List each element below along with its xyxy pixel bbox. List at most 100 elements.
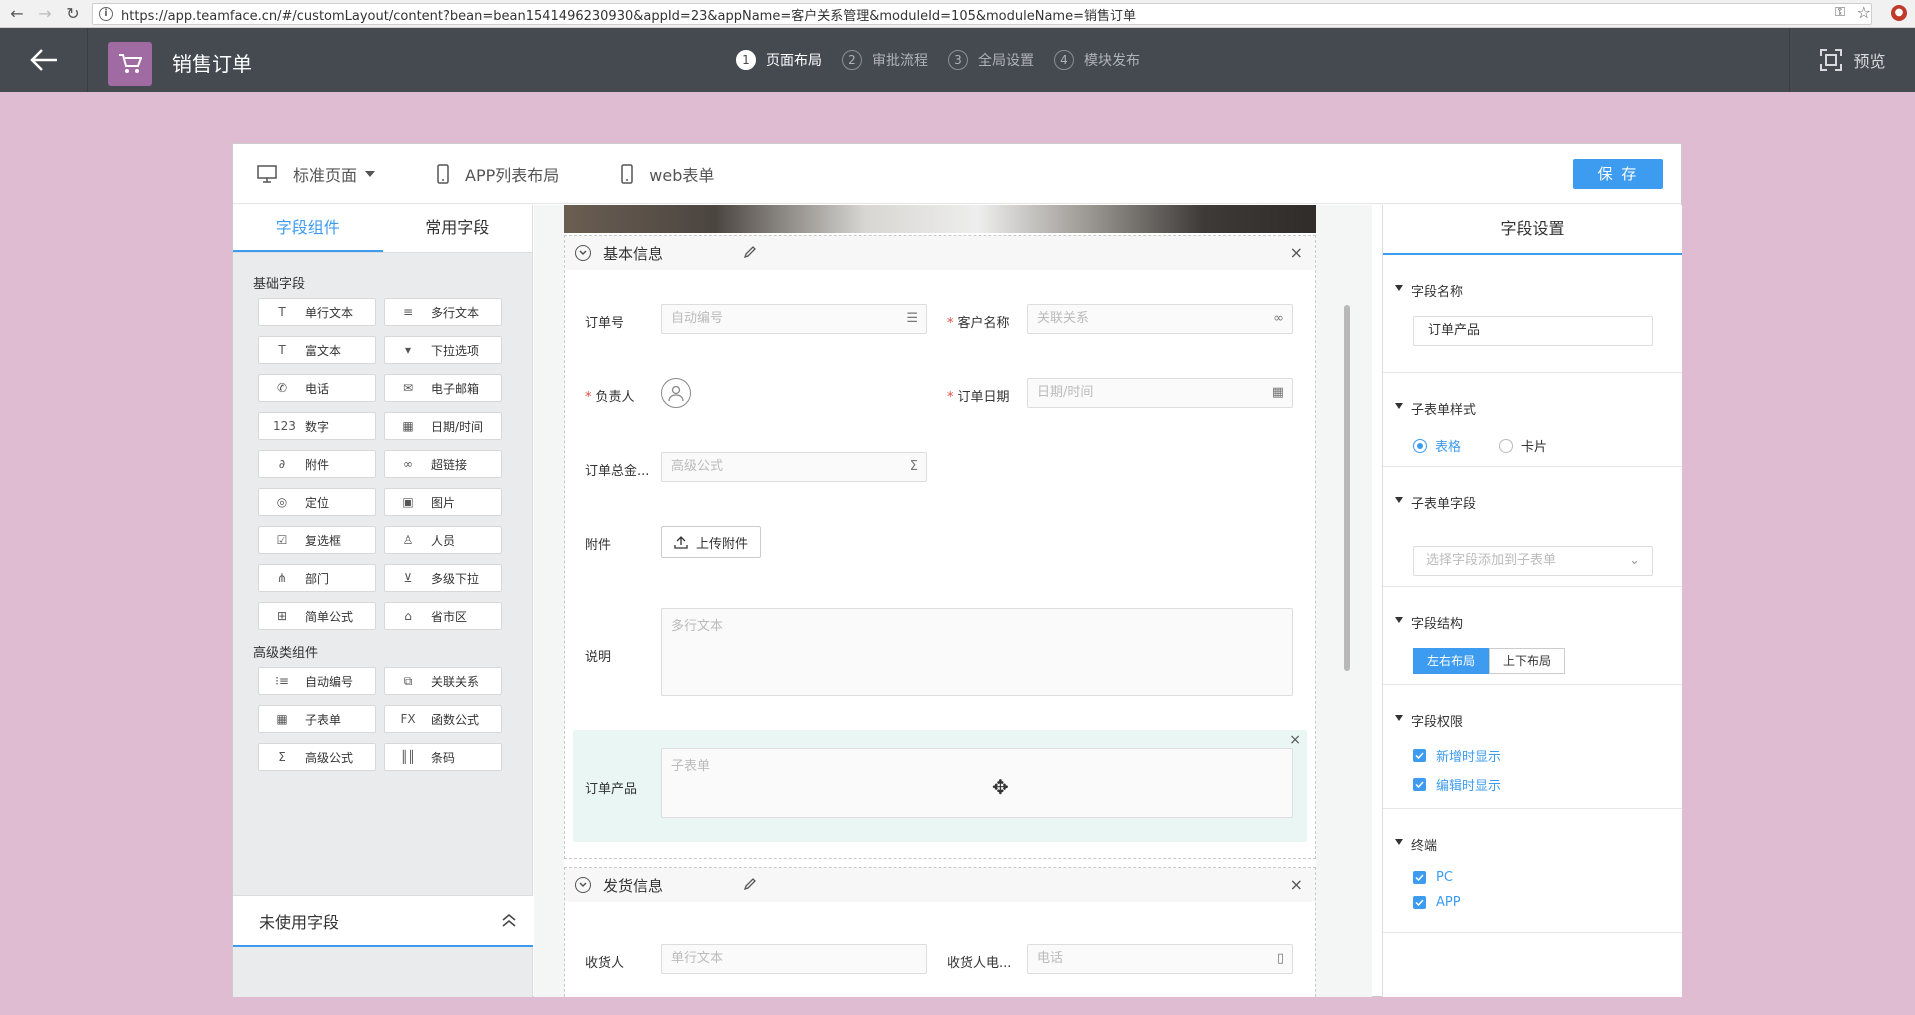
single-text-icon: T [278, 305, 286, 319]
step-global-settings[interactable]: 3 全局设置 [948, 50, 1034, 70]
component-image[interactable]: ▣ 图片 [384, 488, 502, 516]
browser-toolbar: ← → ↻ i https://app.teamface.cn/#/custom… [0, 0, 1915, 28]
component-location[interactable]: ◎ 定位 [258, 488, 376, 516]
component-person[interactable]: ♙ 人员 [384, 526, 502, 554]
receiver-phone-label: 收货人电... [947, 956, 1012, 971]
component-link[interactable]: ∞ 超链接 [384, 450, 502, 478]
save-button[interactable]: 保 存 [1573, 159, 1663, 189]
close-icon[interactable]: × [1289, 732, 1301, 748]
extension-icon[interactable]: ● [1891, 5, 1907, 21]
address-bar[interactable]: i https://app.teamface.cn/#/customLayout… [92, 3, 1872, 25]
component-simple-formula[interactable]: ⊞ 简单公式 [258, 602, 376, 630]
location-icon: ◎ [276, 495, 288, 509]
info-icon[interactable]: i [99, 7, 113, 21]
fullscreen-icon [1820, 49, 1843, 71]
receiver-field[interactable]: 单行文本 [661, 944, 927, 974]
component-calendar[interactable]: ▦ 日期/时间 [384, 412, 502, 440]
component-panel: 字段组件 常用字段 基础字段 T 单行文本 ≡ 多行文本 T 富文本 ▾ 下拉选项 ✆ 电话 ✉ 电子… [233, 205, 533, 997]
component-multi-text[interactable]: ≡ 多行文本 [384, 298, 502, 326]
terminal-title[interactable]: 终端 [1383, 809, 1682, 854]
permission-create-checkbox[interactable]: 新增时显示 [1413, 746, 1682, 765]
component-mail[interactable]: ✉ 电子邮箱 [384, 374, 502, 402]
field-permission-section: 字段权限 新增时显示 编辑时显示 [1383, 685, 1682, 809]
component-attachment[interactable]: ∂ 附件 [258, 450, 376, 478]
order-date-field[interactable]: 日期/时间 ▦ [1027, 378, 1293, 408]
pencil-icon[interactable] [743, 245, 757, 259]
field-name-title[interactable]: 字段名称 [1383, 255, 1682, 300]
checkbox-checked-icon[interactable] [1413, 871, 1426, 884]
component-multi-dropdown[interactable]: ⊻ 多级下拉 [384, 564, 502, 592]
component-phone[interactable]: ✆ 电话 [258, 374, 376, 402]
layout-left-right-button[interactable]: 左右布局 [1413, 648, 1490, 674]
component-auto-number[interactable]: ⁝≡ 自动编号 [258, 667, 376, 695]
component-single-text[interactable]: T 单行文本 [258, 298, 376, 326]
checkbox-checked-icon[interactable] [1413, 896, 1426, 909]
subform-fields-title[interactable]: 子表单字段 [1383, 467, 1682, 512]
subform-style-title[interactable]: 子表单样式 [1383, 373, 1682, 418]
tab-field-components[interactable]: 字段组件 [233, 205, 383, 252]
checkbox-checked-icon[interactable] [1413, 778, 1426, 791]
browser-reload-icon[interactable]: ↻ [62, 3, 84, 25]
bookmark-star-icon[interactable]: ☆ [1857, 3, 1871, 22]
section-shipping-info[interactable]: 发货信息 × 收货人 单行文本 收货人电... 电话 ▯ [564, 867, 1316, 997]
checkbox-checked-icon[interactable] [1413, 749, 1426, 762]
component-sigma[interactable]: Σ 高级公式 [258, 743, 376, 771]
customer-field[interactable]: 关联关系 ∞ [1027, 304, 1293, 334]
order-date-label: * 订单日期 [947, 390, 1010, 405]
step-page-layout[interactable]: 1 页面布局 [736, 50, 822, 70]
multi-dropdown-icon: ⊻ [403, 571, 413, 585]
order-no-field[interactable]: 自动编号 ☰ [661, 304, 927, 334]
component-department[interactable]: ⋔ 部门 [258, 564, 376, 592]
receiver-phone-field[interactable]: 电话 ▯ [1027, 944, 1293, 974]
banner-image [564, 205, 1316, 233]
collapse-toggle-icon[interactable] [575, 245, 591, 261]
component-checkbox[interactable]: ☑ 复选框 [258, 526, 376, 554]
component-relation[interactable]: ⧉ 关联关系 [384, 667, 502, 695]
component-dropdown[interactable]: ▾ 下拉选项 [384, 336, 502, 364]
component-subform[interactable]: ▦ 子表单 [258, 705, 376, 733]
tab-common-fields[interactable]: 常用字段 [383, 205, 533, 252]
collapse-toggle-icon[interactable] [575, 877, 591, 893]
component-region[interactable]: ⌂ 省市区 [384, 602, 502, 630]
component-rich-text[interactable]: T 富文本 [258, 336, 376, 364]
field-structure-title[interactable]: 字段结构 [1383, 587, 1682, 632]
subform-textarea[interactable]: 子表单 [661, 748, 1293, 818]
step-approval-flow[interactable]: 2 审批流程 [842, 50, 928, 70]
add-user-icon[interactable] [661, 378, 691, 408]
app-list-layout-tab[interactable]: APP列表布局 [437, 162, 559, 186]
close-icon[interactable]: × [1290, 243, 1303, 262]
unused-fields-header[interactable]: 未使用字段 [233, 895, 533, 947]
browser-back-icon[interactable]: ← [6, 3, 28, 25]
remark-textarea[interactable]: 多行文本 [661, 608, 1293, 696]
canvas-scrollbar[interactable] [1344, 305, 1350, 671]
subform-field-selected[interactable]: × 订单产品 子表单 ✥ [573, 730, 1307, 842]
layout-top-bottom-button[interactable]: 上下布局 [1489, 648, 1566, 674]
component-function[interactable]: FX 函数公式 [384, 705, 502, 733]
section-basic-info[interactable]: 基本信息 × 订单号 自动编号 ☰ * 客户名称 关联关系 ∞ * 负责人 * … [564, 235, 1316, 859]
close-icon[interactable]: × [1290, 875, 1303, 894]
upload-attachment-button[interactable]: 上传附件 [661, 526, 762, 558]
component-barcode[interactable]: ║║ 条码 [384, 743, 502, 771]
standard-page-dropdown[interactable]: 标准页面 [257, 162, 376, 186]
field-name-input[interactable]: 订单产品 [1413, 316, 1653, 346]
multi-text-icon: ≡ [402, 305, 414, 319]
browser-forward-icon[interactable]: → [34, 3, 56, 25]
back-button[interactable] [0, 28, 88, 92]
subform-field-select[interactable]: 选择字段添加到子表单 ⌄ [1413, 546, 1653, 576]
preview-button[interactable]: 预览 [1789, 28, 1915, 92]
component-number[interactable]: 123 数字 [258, 412, 376, 440]
field-permission-title[interactable]: 字段权限 [1383, 685, 1682, 730]
radio-card[interactable] [1499, 438, 1514, 453]
component-label: 电话 [305, 381, 330, 396]
order-total-field[interactable]: 高级公式 Σ [661, 452, 927, 482]
radio-table[interactable] [1413, 438, 1427, 453]
pencil-icon[interactable] [743, 877, 757, 891]
step-module-publish[interactable]: 4 模块发布 [1054, 50, 1140, 70]
component-label: 条码 [431, 750, 456, 765]
terminal-pc-checkbox[interactable]: PC [1413, 870, 1682, 885]
key-icon[interactable]: ⚿ [1835, 5, 1845, 20]
double-chevron-up-icon[interactable] [501, 912, 517, 928]
permission-edit-checkbox[interactable]: 编辑时显示 [1413, 775, 1682, 794]
terminal-app-checkbox[interactable]: APP [1413, 895, 1682, 910]
web-form-tab[interactable]: web表单 [621, 162, 714, 186]
